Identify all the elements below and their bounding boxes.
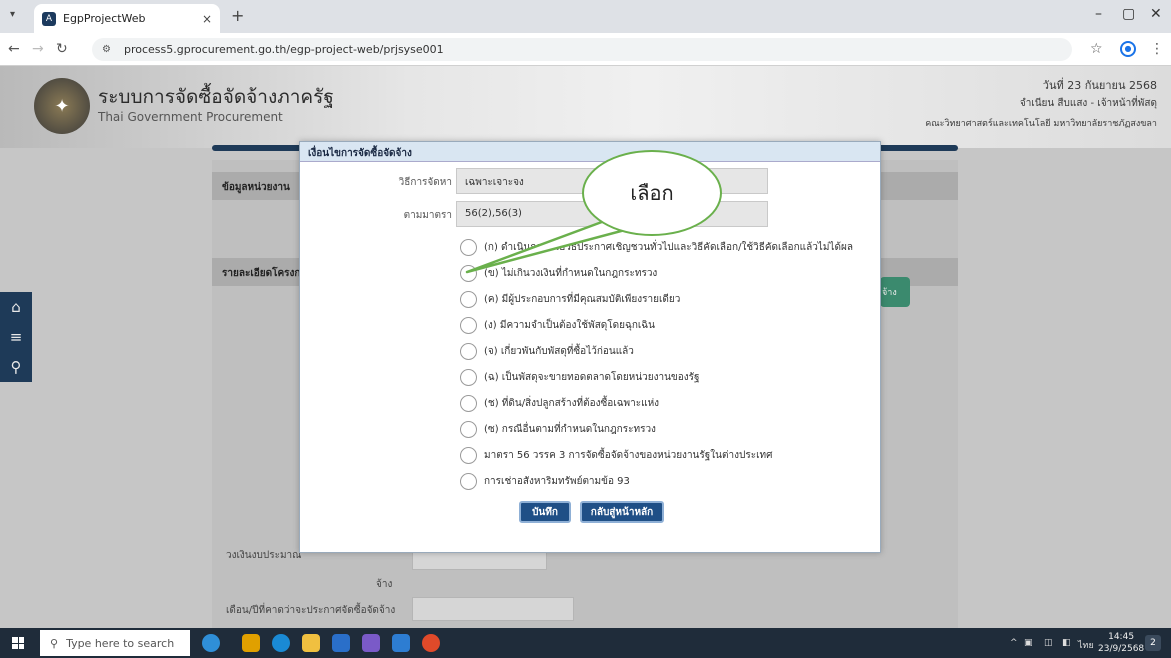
tab-close-icon[interactable]: × xyxy=(202,12,212,26)
background-action-button[interactable]: จ้าง xyxy=(880,277,910,307)
angular-icon: A xyxy=(42,11,56,26)
section-label: ตามมาตรา xyxy=(403,210,452,221)
widgets-icon[interactable] xyxy=(202,634,220,652)
app-icon[interactable] xyxy=(392,634,410,652)
address-bar: ← → ↻ ⚙ process5.gprocurement.go.th/egp-… xyxy=(0,33,1171,66)
menu-kebab-icon[interactable]: ⋮ xyxy=(1150,41,1164,57)
option-b[interactable]: (ข) ไม่เกินวงเงินที่กำหนดในกฎกระทรวง xyxy=(460,263,657,283)
tray-chevron-icon[interactable]: ^ xyxy=(1010,638,1018,648)
search-icon: ⚲ xyxy=(50,636,59,650)
tab-title: EgpProjectWeb xyxy=(63,12,146,25)
radio-button[interactable] xyxy=(460,472,477,490)
notification-icon[interactable]: 2 xyxy=(1145,635,1161,651)
windows-start-icon[interactable] xyxy=(12,637,24,649)
option-label: (ง) มีความจำเป็นต้องใช้พัสดุโดยฉุกเฉิน xyxy=(484,319,655,331)
radio-button[interactable] xyxy=(460,420,477,438)
month-input[interactable] xyxy=(412,597,574,621)
system-subtitle: Thai Government Procurement xyxy=(98,110,283,124)
search-placeholder: Type here to search xyxy=(66,636,175,650)
option-h[interactable]: (ซ) กรณีอื่นตามที่กำหนดในกฎกระทรวง xyxy=(460,419,656,439)
url-text: process5.gprocurement.go.th/egp-project-… xyxy=(124,43,444,56)
word-icon[interactable] xyxy=(332,634,350,652)
option-label: (ก) ดำเนินการด้วยวิธีประกาศเชิญชวนทั่วไป… xyxy=(484,241,853,253)
option-c[interactable]: (ค) มีผู้ประกอบการที่มีคุณสมบัติเพียงราย… xyxy=(460,289,680,309)
option-label: (ช) ที่ดิน/สิ่งปลูกสร้างที่ต้องซื้อเฉพาะ… xyxy=(484,397,660,409)
budget-label: วงเงินงบประมาณ xyxy=(226,550,302,561)
side-toolbar: ⌂ ≡ ⚲ xyxy=(0,292,32,382)
radio-button[interactable] xyxy=(460,290,477,308)
forward-icon[interactable]: → xyxy=(32,41,44,57)
file-explorer-icon[interactable] xyxy=(302,634,320,652)
method-label: วิธีการจัดหา xyxy=(398,177,452,188)
option-section-56-3[interactable]: มาตรา 56 วรรค 3 การจัดซื้อจัดจ้างของหน่ว… xyxy=(460,445,772,465)
header-date: วันที่ 23 กันยายน 2568 xyxy=(1042,79,1157,92)
network-icon[interactable]: ▣ xyxy=(1024,638,1033,648)
browser-tab[interactable]: A EgpProjectWeb × xyxy=(34,4,220,33)
profile-icon[interactable]: ● xyxy=(1120,41,1136,57)
back-icon[interactable]: ← xyxy=(8,41,20,57)
save-button[interactable]: บันทึก xyxy=(519,501,571,523)
edge-icon[interactable] xyxy=(272,634,290,652)
site-header: ✦ ระบบการจัดซื้อจัดจ้างภาครัฐ Thai Gover… xyxy=(0,66,1171,148)
option-label: มาตรา 56 วรรค 3 การจัดซื้อจัดจ้างของหน่ว… xyxy=(484,449,773,461)
option-a[interactable]: (ก) ดำเนินการด้วยวิธีประกาศเชิญชวนทั่วไป… xyxy=(460,237,853,257)
radio-button[interactable] xyxy=(460,264,477,282)
callout-text: เลือก xyxy=(630,181,674,205)
system-name: ระบบการจัดซื้อจัดจ้างภาครัฐ xyxy=(98,86,334,108)
budget-label-suffix: จ้าง xyxy=(376,579,393,590)
radio-button[interactable] xyxy=(460,316,477,334)
battery-icon[interactable]: ◧ xyxy=(1062,638,1071,648)
callout-bubble: เลือก xyxy=(582,150,722,236)
option-rent-93[interactable]: การเช่าอสังหาริมทรัพย์ตามข้อ 93 xyxy=(460,471,630,491)
site-info-icon[interactable]: ⚙ xyxy=(102,44,116,55)
header-org: คณะวิทยาศาสตร์และเทคโนโลยี มหาวิทยาลัยรา… xyxy=(925,119,1157,129)
home-icon[interactable]: ⌂ xyxy=(0,292,32,322)
input-language[interactable]: ไทย xyxy=(1078,638,1094,652)
bookmark-star-icon[interactable]: ☆ xyxy=(1090,41,1103,57)
chrome-icon[interactable] xyxy=(422,634,440,652)
minimize-button[interactable]: – xyxy=(1095,6,1102,22)
reload-icon[interactable]: ↻ xyxy=(56,41,68,57)
teams-icon[interactable] xyxy=(362,634,380,652)
back-to-main-button[interactable]: กลับสู่หน้าหลัก xyxy=(580,501,664,523)
maximize-button[interactable]: ▢ xyxy=(1122,6,1135,22)
option-label: (ฉ) เป็นพัสดุจะขายทอดตลาดโดยหน่วยงานของร… xyxy=(484,371,700,383)
url-field[interactable]: ⚙ process5.gprocurement.go.th/egp-projec… xyxy=(92,38,1072,61)
option-label: การเช่าอสังหาริมทรัพย์ตามข้อ 93 xyxy=(484,475,630,487)
garuda-logo-icon: ✦ xyxy=(34,78,90,134)
clock-time: 14:45 xyxy=(1108,632,1135,642)
option-label: (ซ) กรณีอื่นตามที่กำหนดในกฎกระทรวง xyxy=(484,423,656,435)
radio-button[interactable] xyxy=(460,394,477,412)
radio-button[interactable] xyxy=(460,446,477,464)
option-g[interactable]: (ช) ที่ดิน/สิ่งปลูกสร้างที่ต้องซื้อเฉพาะ… xyxy=(460,393,659,413)
radio-button[interactable] xyxy=(460,368,477,386)
clock-date: 23/9/2568 xyxy=(1098,644,1145,654)
option-f[interactable]: (ฉ) เป็นพัสดุจะขายทอดตลาดโดยหน่วยงานของร… xyxy=(460,367,700,387)
dialog-title: เงื่อนไขการจัดซื้อจัดจ้าง xyxy=(300,142,880,162)
option-label: (จ) เกี่ยวพันกับพัสดุที่ซื้อไว้ก่อนแล้ว xyxy=(484,345,634,357)
copilot-icon[interactable] xyxy=(242,634,260,652)
header-user: จำเนียน สืบแสง - เจ้าหน้าที่พัสดุ xyxy=(1019,98,1157,109)
new-tab-button[interactable]: + xyxy=(231,6,244,25)
browser-tab-bar: ▾ A EgpProjectWeb × + – ▢ ✕ xyxy=(0,0,1171,33)
close-window-button[interactable]: ✕ xyxy=(1150,6,1162,22)
windows-taskbar: ⚲ Type here to search ^ ▣ ◫ ◧ ไทย 14:45 … xyxy=(0,628,1171,658)
menu-icon[interactable]: ≡ xyxy=(0,322,32,352)
option-e[interactable]: (จ) เกี่ยวพันกับพัสดุที่ซื้อไว้ก่อนแล้ว xyxy=(460,341,634,361)
tab-list-icon[interactable]: ▾ xyxy=(10,9,15,20)
search-icon[interactable]: ⚲ xyxy=(0,352,32,382)
option-label: (ค) มีผู้ประกอบการที่มีคุณสมบัติเพียงราย… xyxy=(484,293,681,305)
notification-count: 2 xyxy=(1150,638,1156,648)
volume-icon[interactable]: ◫ xyxy=(1044,638,1053,648)
option-label: (ข) ไม่เกินวงเงินที่กำหนดในกฎกระทรวง xyxy=(484,267,658,279)
month-label: เดือน/ปีที่คาดว่าจะประกาศจัดซื้อจัดจ้าง xyxy=(226,605,396,616)
radio-button[interactable] xyxy=(460,238,477,256)
radio-button[interactable] xyxy=(460,342,477,360)
option-d[interactable]: (ง) มีความจำเป็นต้องใช้พัสดุโดยฉุกเฉิน xyxy=(460,315,655,335)
taskbar-search[interactable]: ⚲ Type here to search xyxy=(40,630,190,656)
taskbar-clock[interactable]: 14:45 23/9/2568 xyxy=(1098,631,1144,655)
